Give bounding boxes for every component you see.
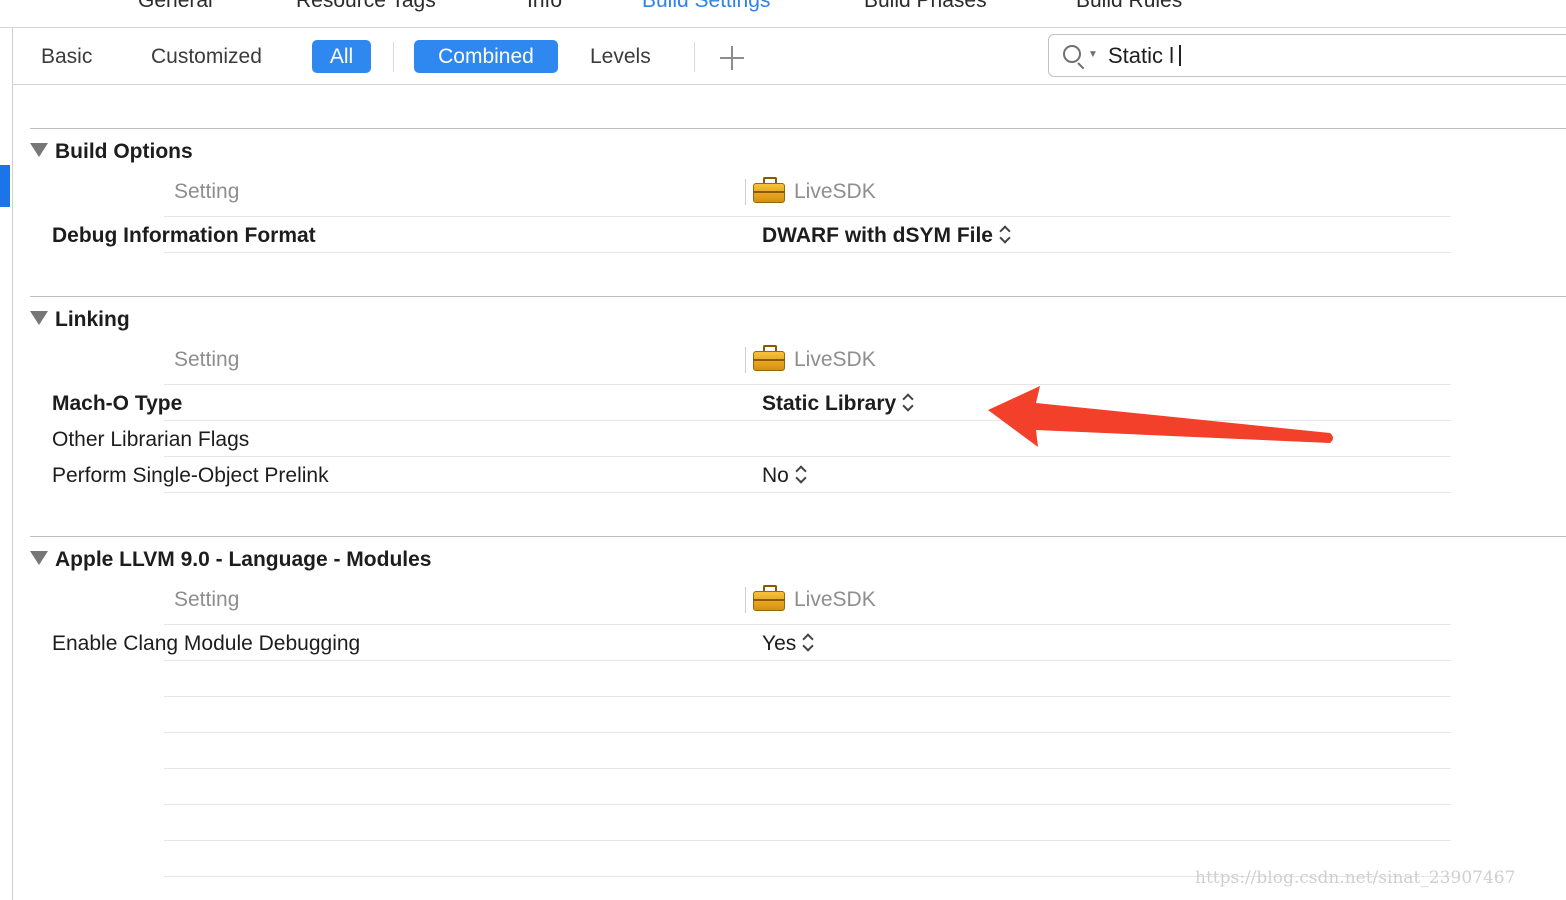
red-arrow-icon bbox=[988, 386, 1333, 447]
watermark: https://blog.csdn.net/sinat_23907467 bbox=[1195, 868, 1516, 888]
annotation-arrow bbox=[988, 386, 1333, 447]
